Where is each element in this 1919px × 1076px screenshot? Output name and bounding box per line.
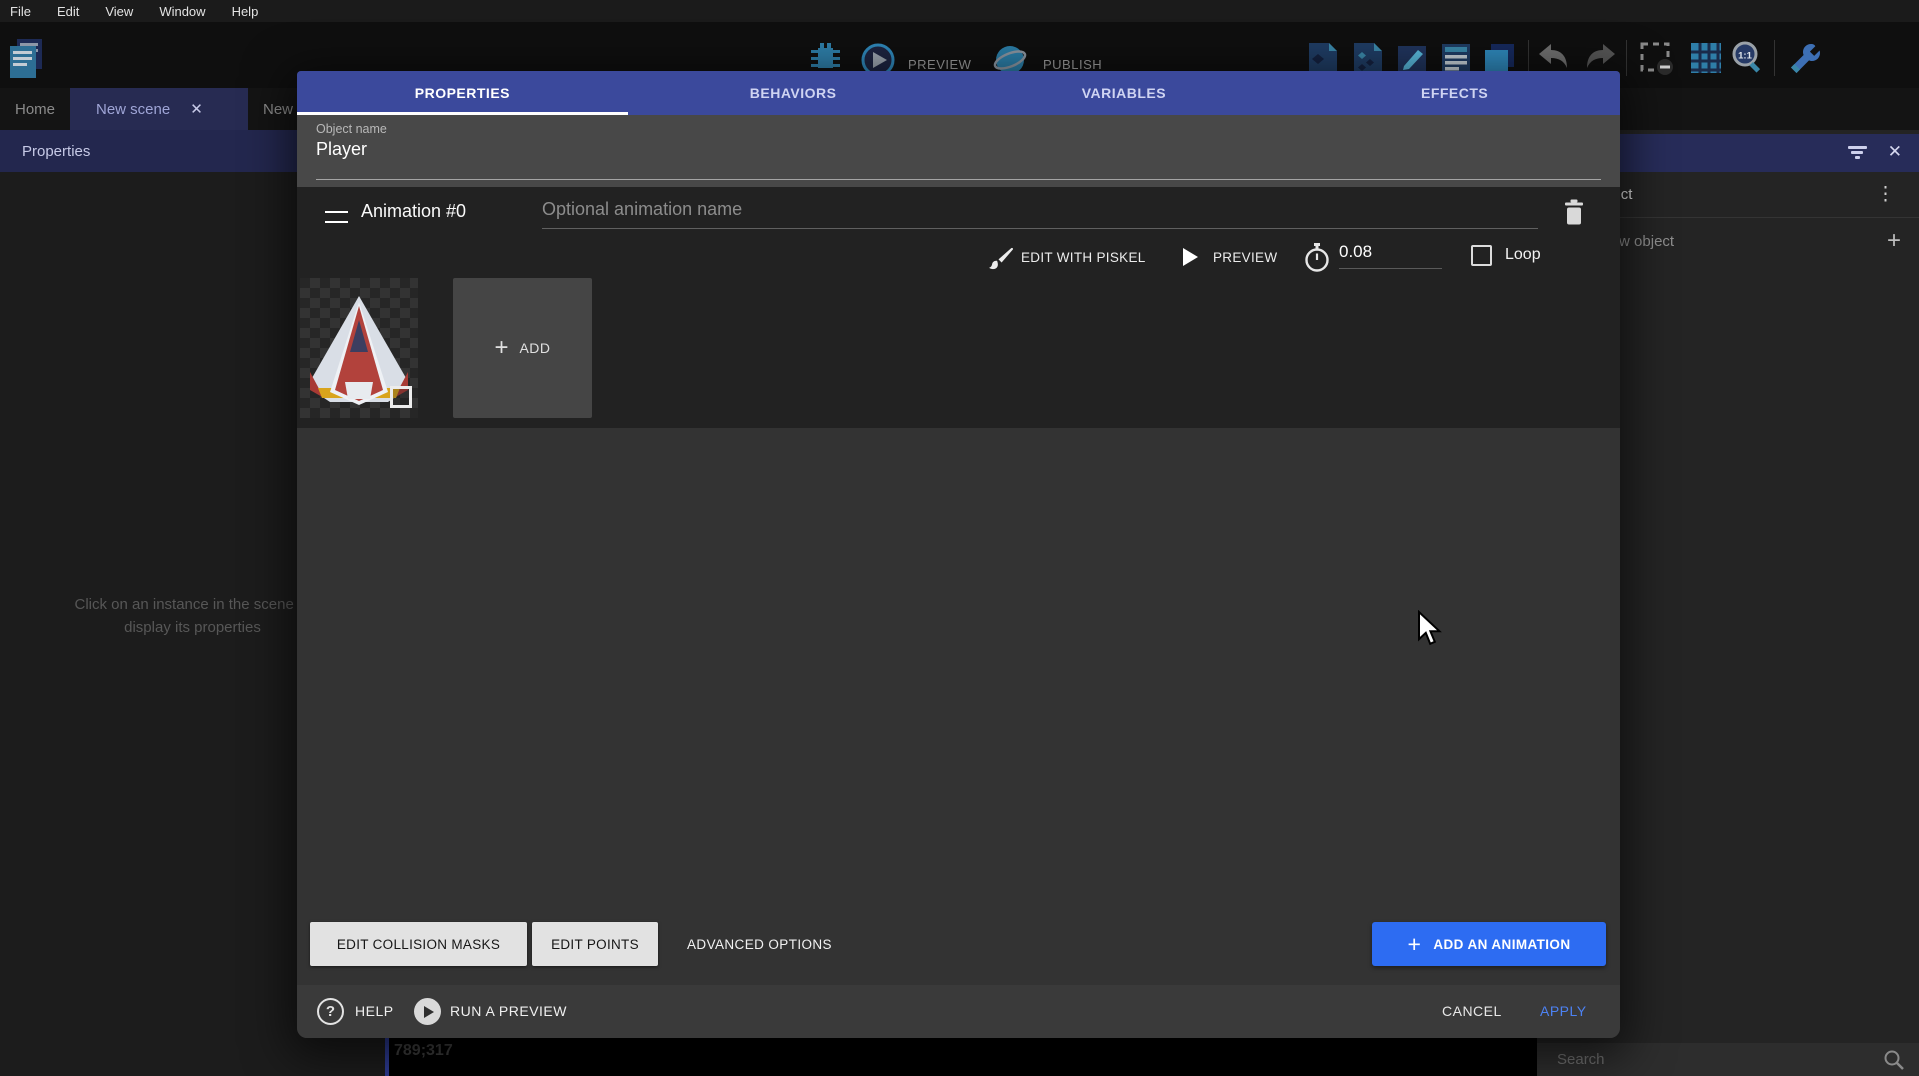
animation-title: Animation #0 xyxy=(361,201,466,222)
tab-new-partial-label: New xyxy=(263,101,293,118)
tab-new-scene[interactable]: New scene ✕ xyxy=(70,88,248,130)
cursor-coordinates: 789;317 xyxy=(394,1042,453,1060)
tab-behaviors[interactable]: BEHAVIORS xyxy=(628,71,959,115)
cancel-button[interactable]: CANCEL xyxy=(1442,1003,1502,1019)
deselect-icon[interactable] xyxy=(1636,38,1676,78)
stopwatch-icon xyxy=(1303,242,1331,274)
tab-variables[interactable]: VARIABLES xyxy=(959,71,1290,115)
object-editor-dialog: PROPERTIES BEHAVIORS VARIABLES EFFECTS O… xyxy=(297,71,1620,1038)
preview-button[interactable]: PREVIEW xyxy=(908,57,971,72)
item-overflow-menu-icon[interactable]: ⋮ xyxy=(1876,183,1895,206)
tab-home[interactable]: Home xyxy=(0,88,70,130)
dialog-tab-bar: PROPERTIES BEHAVIORS VARIABLES EFFECTS xyxy=(297,71,1620,115)
apply-button[interactable]: APPLY xyxy=(1540,1003,1587,1019)
loop-label: Loop xyxy=(1505,246,1541,264)
drag-handle-icon[interactable] xyxy=(325,211,348,223)
menu-file[interactable]: File xyxy=(10,4,31,19)
edit-collision-masks-button[interactable]: EDIT COLLISION MASKS xyxy=(310,922,527,966)
tab-effects[interactable]: EFFECTS xyxy=(1289,71,1620,115)
advanced-options-button[interactable]: ADVANCED OPTIONS xyxy=(672,922,847,966)
search-icon xyxy=(1883,1049,1905,1071)
dialog-actions-row: EDIT COLLISION MASKS EDIT POINTS ADVANCE… xyxy=(297,922,1620,966)
close-tab-icon[interactable]: ✕ xyxy=(190,100,203,118)
run-preview-icon[interactable] xyxy=(414,998,441,1025)
toolbar-separator xyxy=(1774,40,1775,76)
time-between-frames-input[interactable] xyxy=(1339,242,1442,269)
zoom-original-icon[interactable]: 1:1 xyxy=(1728,38,1768,78)
svg-text:1:1: 1:1 xyxy=(1738,51,1752,62)
plus-icon: + xyxy=(494,336,508,360)
menu-window[interactable]: Window xyxy=(159,4,205,19)
run-a-preview-button[interactable]: RUN A PREVIEW xyxy=(450,1003,567,1019)
preview-play-icon[interactable] xyxy=(1183,248,1198,266)
add-frame-button[interactable]: + ADD xyxy=(453,278,592,418)
help-icon[interactable]: ? xyxy=(317,998,344,1025)
objects-search-input[interactable] xyxy=(1557,1051,1883,1068)
object-name-section: Object name xyxy=(297,115,1620,187)
filter-icon[interactable] xyxy=(1847,146,1867,161)
settings-wrench-icon[interactable] xyxy=(1784,38,1824,78)
menu-help[interactable]: Help xyxy=(232,4,259,19)
menu-edit[interactable]: Edit xyxy=(57,4,79,19)
publish-button[interactable]: PUBLISH xyxy=(1043,57,1102,72)
animation-preview-button[interactable]: PREVIEW xyxy=(1213,250,1277,265)
object-name-label: Object name xyxy=(316,122,1601,136)
add-animation-button[interactable]: + ADD AN ANIMATION xyxy=(1372,922,1606,966)
mouse-cursor xyxy=(1416,610,1442,651)
edit-points-button[interactable]: EDIT POINTS xyxy=(532,922,658,966)
close-panel-icon[interactable]: ✕ xyxy=(1888,142,1902,162)
animation-name-input[interactable] xyxy=(542,199,1538,229)
properties-panel-title: Properties xyxy=(22,143,90,160)
frame-select-checkbox[interactable] xyxy=(390,386,412,408)
add-object-plus-icon[interactable]: + xyxy=(1887,227,1901,255)
objects-search-bar xyxy=(1537,1043,1919,1076)
tab-new-scene-label: New scene xyxy=(96,101,170,118)
menu-bar: File Edit View Window Help xyxy=(0,0,1919,22)
animation-frame-thumbnail[interactable] xyxy=(300,278,418,418)
dialog-footer: ? HELP RUN A PREVIEW CANCEL APPLY xyxy=(297,985,1620,1038)
gdevelop-window: File Edit View Window Help xyxy=(0,0,1919,1076)
animation-block: Animation #0 EDIT WITH PISKEL PREVIEW xyxy=(297,187,1620,428)
tab-home-label: Home xyxy=(15,101,55,118)
brush-icon xyxy=(985,245,1015,275)
project-manager-icon[interactable] xyxy=(6,38,46,78)
loop-checkbox[interactable] xyxy=(1471,245,1492,266)
help-button[interactable]: HELP xyxy=(355,1003,394,1019)
object-name-input[interactable] xyxy=(316,139,1601,160)
animation-controls: EDIT WITH PISKEL PREVIEW Loop xyxy=(297,240,1620,278)
menu-view[interactable]: View xyxy=(105,4,133,19)
tab-properties[interactable]: PROPERTIES xyxy=(297,71,628,115)
grid-icon[interactable] xyxy=(1686,38,1726,78)
delete-animation-icon[interactable] xyxy=(1558,195,1590,229)
toolbar-separator xyxy=(1626,40,1627,76)
edit-with-piskel-button[interactable]: EDIT WITH PISKEL xyxy=(1021,250,1146,265)
